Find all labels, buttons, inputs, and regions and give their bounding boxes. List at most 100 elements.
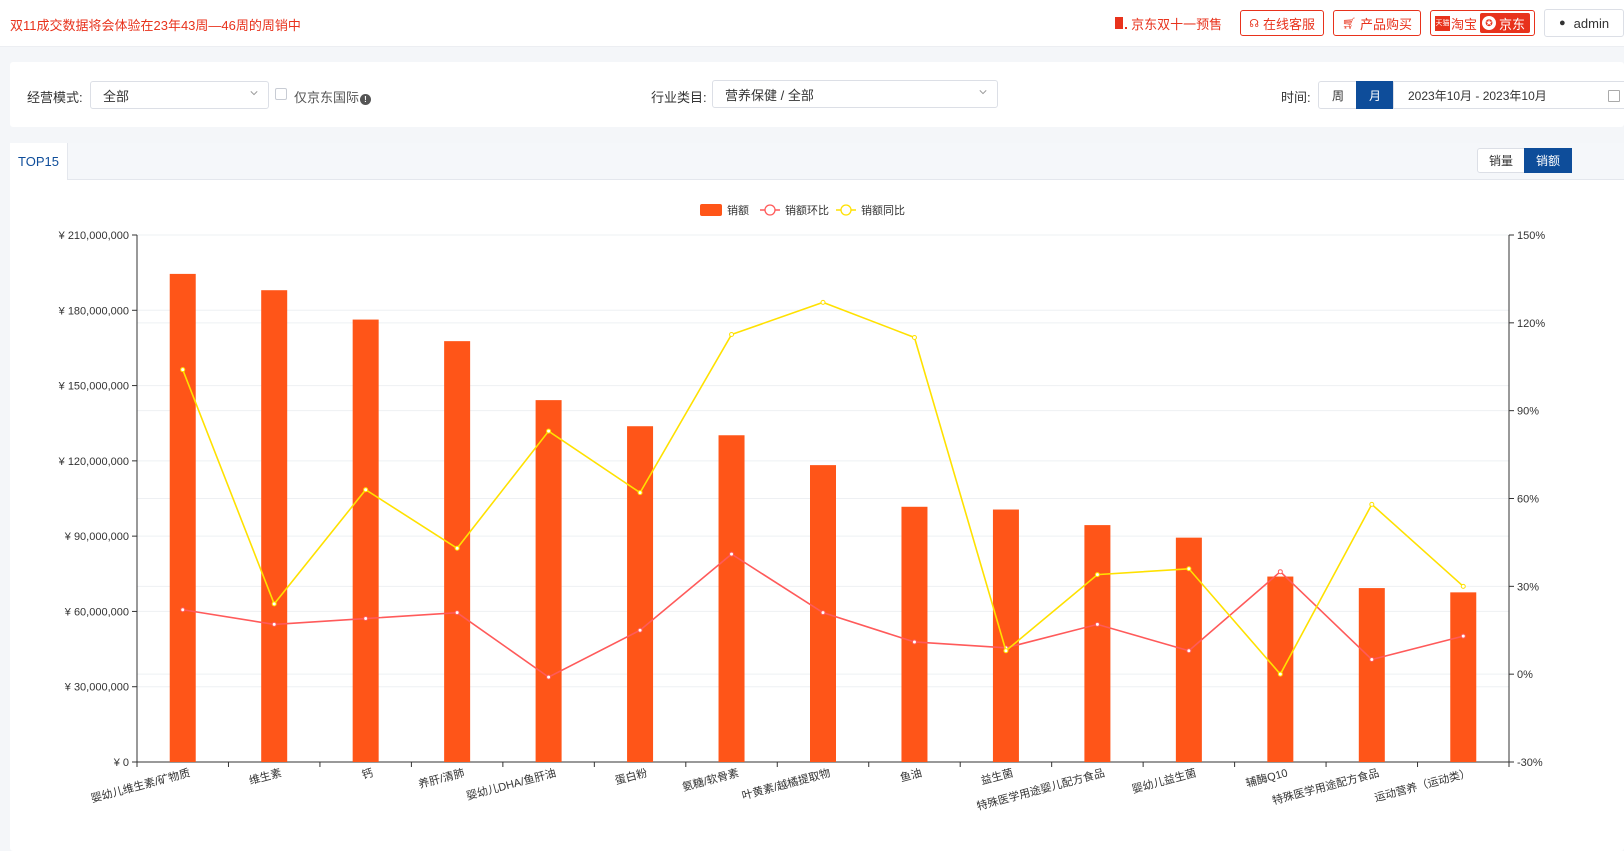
x-tick-label: 运动营养（运动类） bbox=[1373, 765, 1472, 804]
bar-series bbox=[169, 273, 1477, 762]
mode-select-value: 全部 bbox=[103, 88, 130, 104]
intl-only-label: 仅京东国际! bbox=[294, 87, 372, 106]
mode-select[interactable]: 全部 bbox=[90, 81, 269, 109]
jd-platform-tag: ✪ 京东 bbox=[1479, 13, 1530, 33]
y-right-tick-label: 150% bbox=[1517, 230, 1545, 242]
product-purchase-label: 产品购买 bbox=[1359, 16, 1412, 32]
period-month-button[interactable]: 月 bbox=[1356, 81, 1394, 109]
x-tick-label: 氨糖/软骨素 bbox=[681, 765, 741, 794]
category-select[interactable]: 营养保健 / 全部 bbox=[712, 80, 998, 108]
metric-quantity-button[interactable]: 销量 bbox=[1477, 148, 1525, 173]
jd-presale-label: 京东双十一预售 bbox=[1131, 16, 1223, 32]
x-tick-label: 婴幼儿DHA/鱼肝油 bbox=[465, 765, 558, 802]
date-range-value: 2023年10月 - 2023年10月 bbox=[1408, 88, 1547, 103]
bar bbox=[1450, 592, 1477, 762]
tab-top15[interactable]: TOP15 bbox=[10, 143, 68, 180]
mom-point bbox=[1277, 569, 1283, 575]
bar bbox=[1267, 576, 1294, 762]
y-right-tick-label: 90% bbox=[1517, 406, 1539, 418]
top15-combo-chart: 销额 销额环比 销额同比 ¥ 0 ¥ 30,000,000 ¥ 60,000,000 ¥ … bbox=[58, 203, 1546, 813]
tmall-logo-icon: 天猫 bbox=[1434, 15, 1450, 31]
online-service-label: 在线客服 bbox=[1262, 16, 1315, 32]
yoy-point bbox=[729, 332, 735, 338]
x-tick-label: 蛋白粉 bbox=[613, 765, 648, 787]
time-label: 时间: bbox=[1281, 90, 1311, 105]
notice-text: 双11成交数据将会体验在23年43周—46周的周销中 bbox=[10, 18, 301, 33]
x-tick-label: 婴幼儿益生菌 bbox=[1130, 765, 1197, 796]
y-right-tick-label: 0% bbox=[1517, 669, 1533, 681]
info-icon[interactable]: ! bbox=[360, 94, 372, 105]
yoy-point bbox=[1003, 648, 1009, 654]
mom-point bbox=[1186, 648, 1192, 654]
calendar-icon bbox=[1608, 90, 1620, 102]
user-menu-button[interactable]: ● admin bbox=[1544, 9, 1624, 37]
date-range-picker[interactable]: 2023年10月 - 2023年10月 bbox=[1393, 81, 1624, 109]
mom-point bbox=[363, 616, 369, 622]
legend-label: 销额 bbox=[727, 203, 749, 217]
legend-label: 销额同比 bbox=[861, 203, 905, 217]
mom-point bbox=[1094, 621, 1100, 627]
x-tick-label: 辅酶Q10 bbox=[1244, 765, 1289, 790]
mom-point bbox=[180, 607, 186, 613]
x-tick-label: 维生素 bbox=[247, 765, 282, 787]
mom-point bbox=[637, 627, 643, 633]
mom-point bbox=[1460, 633, 1466, 639]
metric-amount-button[interactable]: 销额 bbox=[1524, 148, 1572, 173]
yoy-point bbox=[180, 367, 186, 373]
taobao-label: 淘宝 bbox=[1450, 16, 1477, 32]
filter-bar: 经营模式: 全部 仅京东国际! 行业类目: 营养保健 / 全部 时间: 周 月 … bbox=[10, 62, 1624, 127]
bar bbox=[444, 341, 471, 762]
user-name: admin bbox=[1573, 15, 1610, 31]
legend-yoy-marker bbox=[840, 204, 852, 216]
mom-point bbox=[911, 639, 917, 645]
y-left-tick-label: ¥ 60,000,000 bbox=[64, 606, 129, 618]
top-bar: 双11成交数据将会体验在23年43周—46周的周销中 京东双十一预售 ☊ 在线客… bbox=[0, 0, 1624, 47]
mom-point bbox=[271, 621, 277, 627]
jd-presale-link[interactable]: 京东双十一预售 bbox=[1115, 14, 1222, 33]
intl-only-checkbox[interactable] bbox=[275, 88, 287, 100]
category-label: 行业类目: bbox=[651, 90, 707, 105]
x-tick-label: 叶黄素/越橘提取物 bbox=[740, 765, 832, 802]
yoy-point bbox=[1094, 572, 1100, 578]
cart-icon: 🛒︎ bbox=[1341, 17, 1356, 30]
bar bbox=[1084, 525, 1111, 762]
x-tick-label: 婴幼儿维生素/矿物质 bbox=[89, 765, 191, 805]
x-tick-label: 益生菌 bbox=[979, 765, 1014, 787]
category-select-value: 营养保健 / 全部 bbox=[725, 87, 814, 103]
bar bbox=[901, 506, 928, 762]
x-tick-label: 养肝/清肺 bbox=[417, 765, 466, 791]
yoy-point bbox=[820, 299, 826, 305]
headset-icon: ☊ bbox=[1249, 17, 1259, 30]
bar bbox=[261, 290, 288, 762]
mom-point bbox=[820, 610, 826, 616]
panel-tab-header: TOP15 销量 销额 bbox=[10, 143, 1624, 180]
yoy-point bbox=[454, 545, 460, 551]
jd-logo-icon: ✪ bbox=[1481, 16, 1496, 30]
y-left-tick-label: ¥ 0 bbox=[113, 757, 129, 769]
legend-label: 销额环比 bbox=[785, 203, 829, 217]
chart-panel: TOP15 销量 销额 销额 销额环比 销额同比 ¥ 0 ¥ 30,000,000 ¥ … bbox=[10, 143, 1624, 851]
jd-label: 京东 bbox=[1498, 16, 1525, 32]
mode-label: 经营模式: bbox=[27, 90, 83, 105]
legend-mom-marker bbox=[764, 204, 776, 216]
bar bbox=[1358, 588, 1385, 762]
period-week-button[interactable]: 周 bbox=[1318, 81, 1358, 109]
mom-point bbox=[1369, 657, 1375, 663]
product-purchase-button[interactable]: 🛒︎ 产品购买 bbox=[1332, 10, 1421, 36]
yoy-point bbox=[911, 334, 917, 340]
online-service-button[interactable]: ☊ 在线客服 bbox=[1240, 10, 1324, 36]
y-left-tick-label: ¥ 90,000,000 bbox=[64, 531, 129, 543]
platform-switch-button[interactable]: 天猫 淘宝 ✪ 京东 bbox=[1429, 10, 1535, 36]
x-tick-label: 鱼油 bbox=[898, 765, 923, 784]
bar bbox=[718, 435, 745, 762]
chart-legend: 销额 销额环比 销额同比 bbox=[700, 203, 905, 217]
y-left-tick-label: ¥ 180,000,000 bbox=[58, 305, 129, 317]
top-actions: 京东双十一预售 ☊ 在线客服 🛒︎ 产品购买 天猫 淘宝 ✪ 京东 ● admi… bbox=[1115, 9, 1624, 37]
x-tick-label: 钙 bbox=[360, 765, 374, 781]
yoy-point bbox=[1277, 671, 1283, 677]
mom-point bbox=[546, 674, 552, 680]
yoy-point bbox=[1186, 566, 1192, 572]
y-left-tick-label: ¥ 150,000,000 bbox=[58, 381, 129, 393]
chevron-down-icon bbox=[979, 90, 987, 95]
bar bbox=[169, 273, 196, 762]
